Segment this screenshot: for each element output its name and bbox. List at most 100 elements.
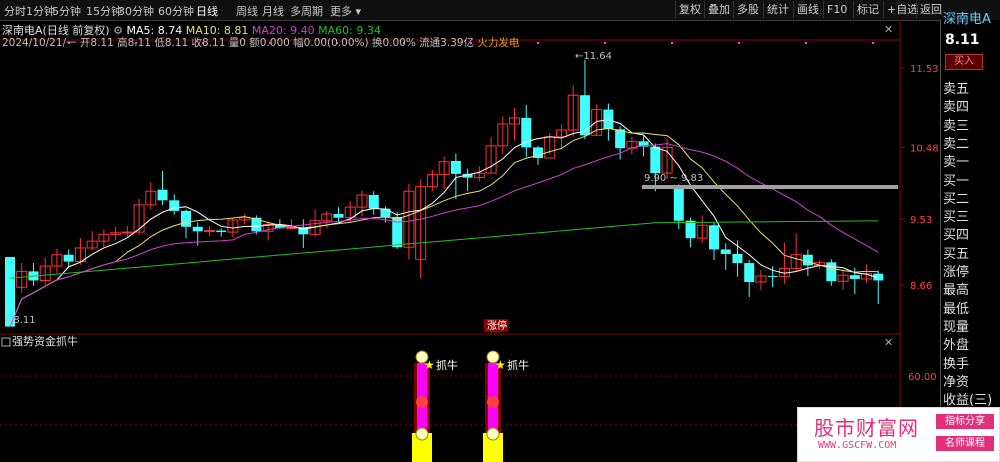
- candle-body: [709, 225, 719, 250]
- candle-body: [63, 254, 74, 262]
- candle-body: [685, 220, 696, 239]
- star-icon: ★: [495, 358, 506, 372]
- toolbar-button-1[interactable]: 叠加: [704, 1, 730, 18]
- quote-label-4: 卖一: [943, 155, 970, 171]
- high-annotation: ←11.64: [575, 51, 612, 62]
- toolbar-button-2[interactable]: 多股: [733, 1, 759, 18]
- lower-panel-title: 强势资金抓牛: [12, 334, 78, 348]
- sector-label: 火力发电: [477, 37, 520, 49]
- quote-label-6: 买二: [943, 191, 970, 207]
- candle-body: [333, 213, 344, 218]
- candle-body: [579, 95, 590, 136]
- chart-canvas[interactable]: ✕ ✕ 11.53 10.48 9.53 8.66 ←11.64 ←8.11 9.90 ~ 9.…: [0, 20, 940, 462]
- toolbar-button-8[interactable]: 返回: [916, 1, 942, 18]
- watermark-tag-share: 指标分享: [936, 414, 994, 429]
- tab-period-5[interactable]: 60分钟: [158, 3, 194, 19]
- candle-body: [157, 189, 168, 201]
- quote-label-8: 买四: [943, 228, 970, 244]
- candle-body: [203, 230, 215, 233]
- candle-body: [216, 230, 227, 233]
- tab-period-9[interactable]: 多周期: [290, 3, 323, 19]
- limit-badge: 涨停: [487, 319, 507, 332]
- candle-body: [720, 249, 731, 254]
- candle-body: [450, 161, 461, 174]
- tab-period-7[interactable]: 周线: [236, 3, 258, 19]
- candle-body: [732, 254, 743, 264]
- period-toolbar: 分时 1分钟 5分钟 15分钟 30分钟 60分钟 日线 周线 月线 多周期 更多 ▾: [0, 0, 1000, 21]
- toolbar-button-4[interactable]: 画线: [793, 1, 819, 18]
- ohlc-info-line: 2024/10/21/一 开8.11 高8.11 低8.11 收8.11 量0 …: [2, 35, 519, 50]
- close-icon: ✕: [884, 23, 893, 36]
- tab-period-6[interactable]: 日线: [196, 3, 218, 19]
- ma5-line: [9, 119, 879, 327]
- price-band: [642, 185, 898, 189]
- tab-period-4[interactable]: 30分钟: [118, 3, 154, 19]
- grid-dot: [537, 42, 539, 44]
- signal-label-0: 抓牛: [436, 358, 458, 372]
- signal-label-1: 抓牛: [507, 358, 529, 372]
- quote-label-2: 卖三: [943, 118, 970, 134]
- candle-body: [181, 210, 191, 227]
- toolbar-button-0[interactable]: 复权: [675, 1, 701, 18]
- candle-body: [368, 195, 379, 209]
- quote-label-16: 净资: [943, 374, 970, 390]
- current-price: 8.11: [945, 32, 980, 48]
- quote-label-5: 买一: [943, 173, 970, 189]
- signal-coin-bottom-1: [486, 427, 500, 441]
- tab-period-1[interactable]: 1分钟: [26, 3, 55, 19]
- panel-toggle-icon: [1, 337, 11, 347]
- price-label-3: 8.66: [910, 281, 932, 292]
- watermark-url: WWW.GSCFW.COM: [818, 440, 897, 451]
- tab-period-10[interactable]: 更多 ▾: [330, 3, 361, 19]
- watermark-tag-course: 名师课程: [936, 436, 994, 451]
- watermark: 股市财富网 WWW.GSCFW.COM 指标分享 名师课程: [797, 407, 1000, 462]
- signal-coin-bottom-0: [415, 427, 429, 441]
- quote-label-3: 卖二: [943, 136, 970, 152]
- tab-period-2[interactable]: 5分钟: [52, 3, 81, 19]
- candle-body: [192, 226, 203, 232]
- stock-name: 深南电A: [943, 12, 991, 27]
- quote-label-9: 买五: [943, 246, 970, 262]
- toolbar-button-7[interactable]: +自选: [883, 1, 918, 18]
- toolbar-button-6[interactable]: 标记: [853, 1, 879, 18]
- star-icon: ★: [424, 358, 435, 372]
- candle-body: [380, 208, 391, 217]
- candle-body: [849, 275, 860, 279]
- candle-body: [650, 146, 661, 174]
- tab-period-0[interactable]: 分时: [4, 3, 26, 19]
- grid-dot: [738, 42, 740, 44]
- price-label-1: 10.48: [910, 143, 939, 154]
- watermark-logo: 股市财富网: [814, 416, 919, 440]
- signal-dot-1: [487, 396, 499, 408]
- quote-label-13: 现量: [943, 319, 970, 335]
- toolbar-button-3[interactable]: 统计: [763, 1, 789, 18]
- quote-label-14: 外盘: [943, 338, 970, 354]
- tab-period-3[interactable]: 15分钟: [86, 3, 122, 19]
- lower-axis-label-0: 60.00: [908, 372, 937, 383]
- quote-label-7: 买三: [943, 210, 970, 226]
- quote-label-11: 最高: [943, 283, 970, 299]
- candle-body: [767, 275, 778, 277]
- candle-body: [673, 188, 684, 221]
- quote-label-15: 换手: [943, 356, 970, 372]
- price-label-2: 9.53: [910, 215, 932, 226]
- toolbar-button-5[interactable]: F10: [823, 1, 847, 18]
- candle-body: [615, 129, 626, 149]
- quote-side-panel: 深南电A 8.11 买入 卖五 卖四 卖三 卖二 卖一 买一 买二 买三 买四 买五 涨停 最高 最低现…: [940, 12, 1000, 462]
- grid-dot: [604, 42, 606, 44]
- grid-dot: [805, 42, 807, 44]
- mid-annotation: 9.90 ~ 9.83: [644, 173, 703, 184]
- signal-dot-0: [416, 396, 428, 408]
- quote-label-10: 涨停: [943, 265, 970, 280]
- ohlc-text: 2024/10/21/一 开8.11 高8.11 低8.11 收8.11 量0 …: [2, 37, 475, 49]
- quote-label-0: 卖五: [943, 82, 970, 97]
- tab-period-8[interactable]: 月线: [262, 3, 284, 19]
- candle-body: [744, 263, 755, 282]
- grid-dot: [671, 42, 673, 44]
- candle-body: [826, 262, 837, 282]
- panel-close-icon: ✕: [884, 336, 893, 349]
- buy-button[interactable]: 买入: [945, 54, 983, 70]
- grid-dot: [872, 42, 874, 44]
- candle-body: [121, 231, 133, 234]
- price-label-0: 11.53: [910, 64, 939, 75]
